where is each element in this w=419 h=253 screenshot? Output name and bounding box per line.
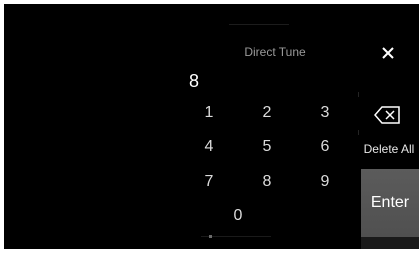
backspace-button[interactable] — [371, 102, 405, 128]
bottom-indicator — [209, 235, 212, 238]
enter-button-base — [361, 237, 419, 249]
separator — [358, 92, 359, 97]
close-button[interactable] — [375, 40, 401, 66]
key-2[interactable]: 2 — [245, 98, 289, 128]
key-1[interactable]: 1 — [187, 98, 231, 128]
backspace-icon — [374, 106, 400, 124]
entered-frequency: 8 — [189, 71, 200, 91]
delete-all-button[interactable]: Delete All — [358, 138, 419, 160]
key-6[interactable]: 6 — [303, 132, 347, 162]
key-7[interactable]: 7 — [187, 167, 231, 197]
top-divider — [229, 24, 289, 25]
key-3[interactable]: 3 — [303, 98, 347, 128]
key-8[interactable]: 8 — [245, 167, 289, 197]
close-icon — [382, 47, 394, 59]
radio-screen: Direct Tune 8 1 2 3 4 5 6 7 8 9 0 Delete… — [4, 4, 419, 249]
key-0[interactable]: 0 — [216, 201, 260, 231]
enter-button[interactable]: Enter — [361, 169, 419, 237]
key-9[interactable]: 9 — [303, 167, 347, 197]
key-5[interactable]: 5 — [245, 132, 289, 162]
dialog-title: Direct Tune — [244, 45, 306, 59]
key-4[interactable]: 4 — [187, 132, 231, 162]
separator — [358, 130, 359, 135]
